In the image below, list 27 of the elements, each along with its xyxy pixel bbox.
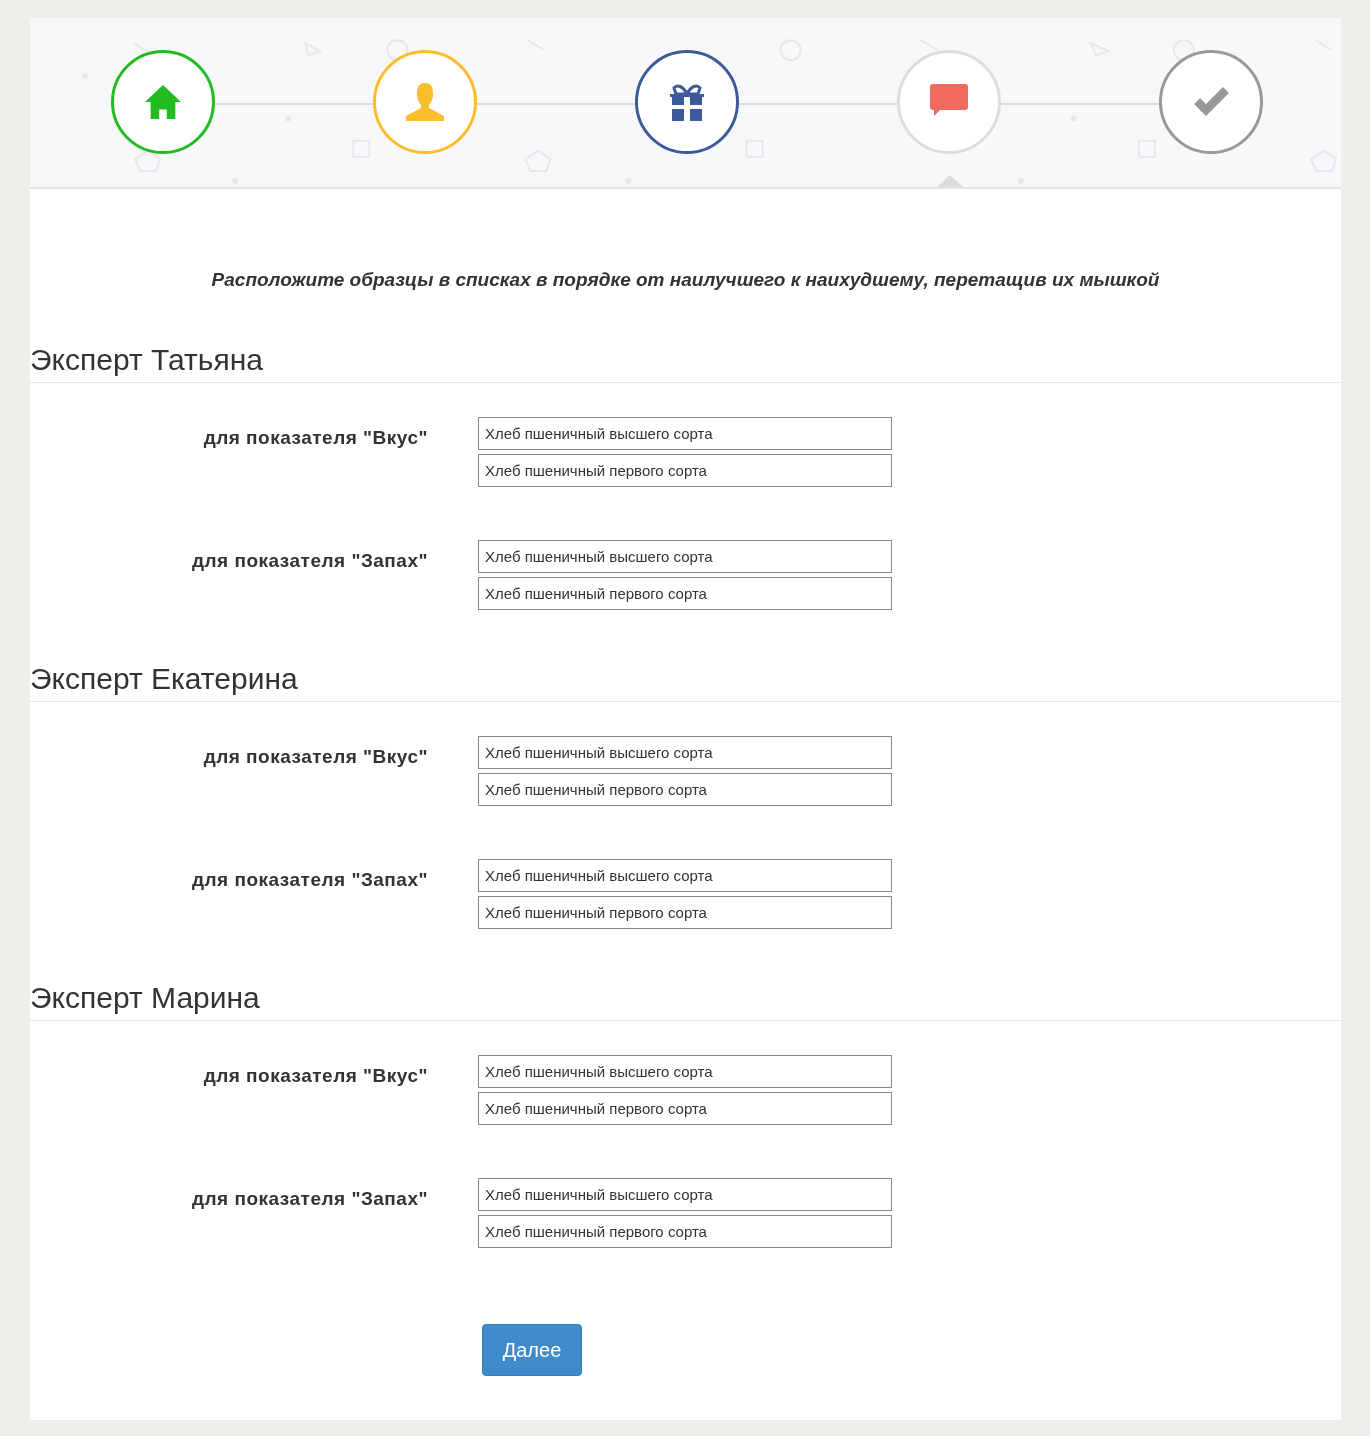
criterion-label: для показателя "Вкус" — [202, 426, 428, 449]
sortable-list-item[interactable]: Хлеб пшеничный первого сорта — [478, 773, 892, 806]
sortable-list-item[interactable]: Хлеб пшеничный высшего сорта — [478, 1178, 892, 1211]
instruction-text: Расположите образцы в списках в порядке от наилучшего к наихудшему, перетащив их мышкой — [210, 269, 1161, 291]
sortable-list-item[interactable]: Хлеб пшеничный первого сорта — [478, 1215, 892, 1248]
sortable-list-item[interactable]: Хлеб пшеничный высшего сорта — [478, 859, 892, 892]
sortable-list-item[interactable]: Хлеб пшеничный высшего сорта — [478, 417, 892, 450]
sortable-list-item[interactable]: Хлеб пшеничный высшего сорта — [478, 540, 892, 573]
expert-heading: Эксперт Татьяна — [30, 343, 1341, 383]
expert-heading: Эксперт Екатерина — [30, 662, 1341, 702]
sortable-list-item[interactable]: Хлеб пшеничный первого сорта — [478, 577, 892, 610]
criterion-label: для показателя "Запах" — [190, 868, 428, 891]
gift-icon — [669, 82, 705, 122]
criterion-label: для показателя "Запах" — [190, 549, 428, 572]
next-button[interactable]: Далее — [482, 1324, 582, 1376]
criterion-label: для показателя "Вкус" — [202, 1064, 428, 1087]
criterion-label: для показателя "Вкус" — [202, 745, 428, 768]
sortable-list-item[interactable]: Хлеб пшеничный высшего сорта — [478, 1055, 892, 1088]
sortable-list-item[interactable]: Хлеб пшеничный высшего сорта — [478, 736, 892, 769]
criterion-label: для показателя "Запах" — [190, 1187, 428, 1210]
home-icon — [144, 83, 182, 121]
checkmark-icon — [1192, 86, 1230, 118]
sortable-list-item[interactable]: Хлеб пшеничный первого сорта — [478, 896, 892, 929]
sortable-list-item[interactable]: Хлеб пшеничный первого сорта — [478, 454, 892, 487]
user-icon — [405, 83, 445, 121]
expert-heading: Эксперт Марина — [30, 981, 1341, 1021]
sortable-list-item[interactable]: Хлеб пшеничный первого сорта — [478, 1092, 892, 1125]
